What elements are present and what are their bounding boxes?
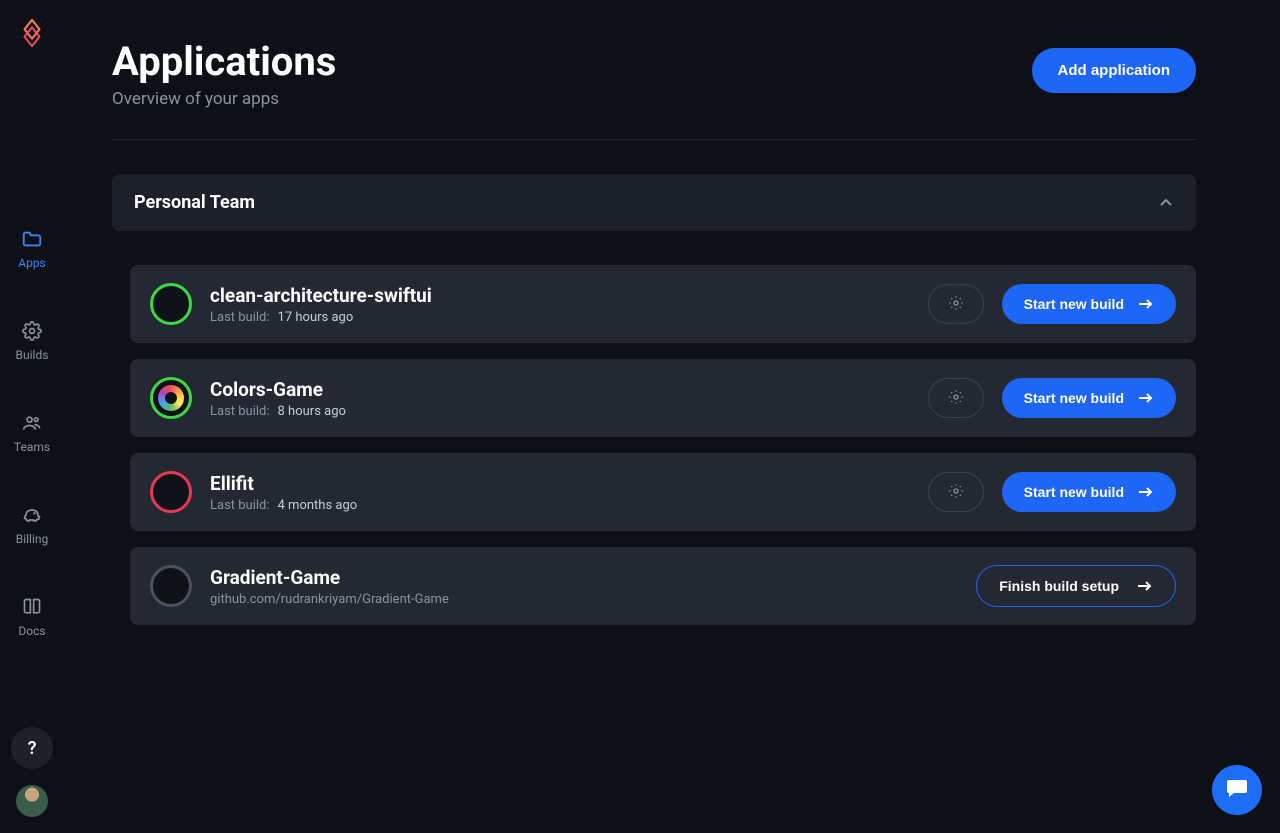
sidebar-item-label: Billing bbox=[16, 532, 49, 546]
app-meta-label: Last build: bbox=[210, 310, 270, 325]
app-info: Colors-Game Last build: 8 hours ago bbox=[210, 378, 910, 419]
sidebar-item-label: Teams bbox=[14, 440, 50, 454]
app-icon bbox=[158, 385, 184, 411]
button-label: Start new build bbox=[1024, 484, 1124, 500]
app-name: clean-architecture-swiftui bbox=[210, 284, 910, 307]
sidebar: Apps Builds Teams Billing Docs bbox=[0, 0, 64, 833]
app-row[interactable]: Colors-Game Last build: 8 hours ago Star… bbox=[130, 359, 1196, 437]
gear-icon bbox=[21, 320, 43, 342]
button-label: Start new build bbox=[1024, 390, 1124, 406]
button-label: Add application bbox=[1058, 62, 1171, 79]
app-meta-label: Last build: bbox=[210, 498, 270, 513]
help-button[interactable]: ? bbox=[11, 727, 53, 769]
sidebar-item-label: Apps bbox=[18, 256, 46, 270]
status-ring-icon bbox=[150, 283, 192, 325]
app-info: Gradient-Game github.com/rudrankriyam/Gr… bbox=[210, 566, 958, 607]
add-application-button[interactable]: Add application bbox=[1032, 48, 1197, 93]
chat-button[interactable] bbox=[1212, 765, 1262, 815]
finish-setup-button[interactable]: Finish build setup bbox=[976, 565, 1176, 607]
users-icon bbox=[21, 412, 43, 434]
app-meta-value: 8 hours ago bbox=[278, 404, 346, 419]
main-content: Applications Overview of your apps Add a… bbox=[112, 38, 1196, 625]
app-meta: Last build: 4 months ago bbox=[210, 498, 910, 513]
app-settings-button[interactable] bbox=[928, 284, 984, 324]
arrow-right-icon bbox=[1138, 390, 1154, 406]
chat-icon bbox=[1225, 776, 1249, 804]
sidebar-item-teams[interactable]: Teams bbox=[2, 412, 62, 454]
app-row[interactable]: Ellifit Last build: 4 months ago Start n… bbox=[130, 453, 1196, 531]
app-name: Gradient-Game bbox=[210, 566, 958, 589]
status-ring-icon bbox=[150, 565, 192, 607]
page-header: Applications Overview of your apps Add a… bbox=[112, 38, 1196, 140]
app-meta: Last build: 17 hours ago bbox=[210, 310, 910, 325]
arrow-right-icon bbox=[1137, 578, 1153, 594]
sidebar-item-label: Builds bbox=[16, 348, 49, 362]
team-name: Personal Team bbox=[134, 192, 255, 213]
app-meta-label: Last build: bbox=[210, 404, 270, 419]
status-ring-icon bbox=[150, 377, 192, 419]
sidebar-nav: Apps Builds Teams Billing Docs bbox=[2, 228, 62, 638]
app-name: Colors-Game bbox=[210, 378, 910, 401]
app-settings-button[interactable] bbox=[928, 472, 984, 512]
start-build-button[interactable]: Start new build bbox=[1002, 472, 1176, 512]
app-meta-value: 17 hours ago bbox=[278, 310, 354, 325]
sidebar-item-label: Docs bbox=[18, 624, 45, 638]
sidebar-item-docs[interactable]: Docs bbox=[2, 596, 62, 638]
sidebar-item-apps[interactable]: Apps bbox=[2, 228, 62, 270]
app-logo bbox=[17, 18, 47, 48]
gear-icon bbox=[948, 295, 964, 314]
header-titles: Applications Overview of your apps bbox=[112, 38, 336, 109]
status-ring-icon bbox=[150, 471, 192, 513]
app-info: clean-architecture-swiftui Last build: 1… bbox=[210, 284, 910, 325]
page-title: Applications bbox=[112, 38, 336, 85]
folder-icon bbox=[21, 228, 43, 250]
gear-icon bbox=[948, 483, 964, 502]
app-info: Ellifit Last build: 4 months ago bbox=[210, 472, 910, 513]
help-icon: ? bbox=[28, 738, 37, 759]
button-label: Finish build setup bbox=[999, 578, 1119, 594]
app-meta-value: github.com/rudrankriyam/Gradient-Game bbox=[210, 592, 449, 607]
start-build-button[interactable]: Start new build bbox=[1002, 284, 1176, 324]
book-icon bbox=[21, 596, 43, 618]
app-meta: github.com/rudrankriyam/Gradient-Game bbox=[210, 592, 958, 607]
gear-icon bbox=[948, 389, 964, 408]
team-header[interactable]: Personal Team bbox=[112, 174, 1196, 231]
arrow-right-icon bbox=[1138, 296, 1154, 312]
start-build-button[interactable]: Start new build bbox=[1002, 378, 1176, 418]
app-meta: Last build: 8 hours ago bbox=[210, 404, 910, 419]
app-row[interactable]: clean-architecture-swiftui Last build: 1… bbox=[130, 265, 1196, 343]
app-settings-button[interactable] bbox=[928, 378, 984, 418]
sidebar-bottom: ? bbox=[0, 727, 64, 817]
piggy-bank-icon bbox=[21, 504, 43, 526]
button-label: Start new build bbox=[1024, 296, 1124, 312]
sidebar-item-builds[interactable]: Builds bbox=[2, 320, 62, 362]
page-subtitle: Overview of your apps bbox=[112, 89, 336, 109]
app-list: clean-architecture-swiftui Last build: 1… bbox=[112, 265, 1196, 625]
app-row[interactable]: Gradient-Game github.com/rudrankriyam/Gr… bbox=[130, 547, 1196, 625]
user-avatar[interactable] bbox=[16, 785, 48, 817]
sidebar-item-billing[interactable]: Billing bbox=[2, 504, 62, 546]
app-meta-value: 4 months ago bbox=[278, 498, 358, 513]
app-name: Ellifit bbox=[210, 472, 910, 495]
arrow-right-icon bbox=[1138, 484, 1154, 500]
chevron-up-icon bbox=[1158, 195, 1174, 211]
